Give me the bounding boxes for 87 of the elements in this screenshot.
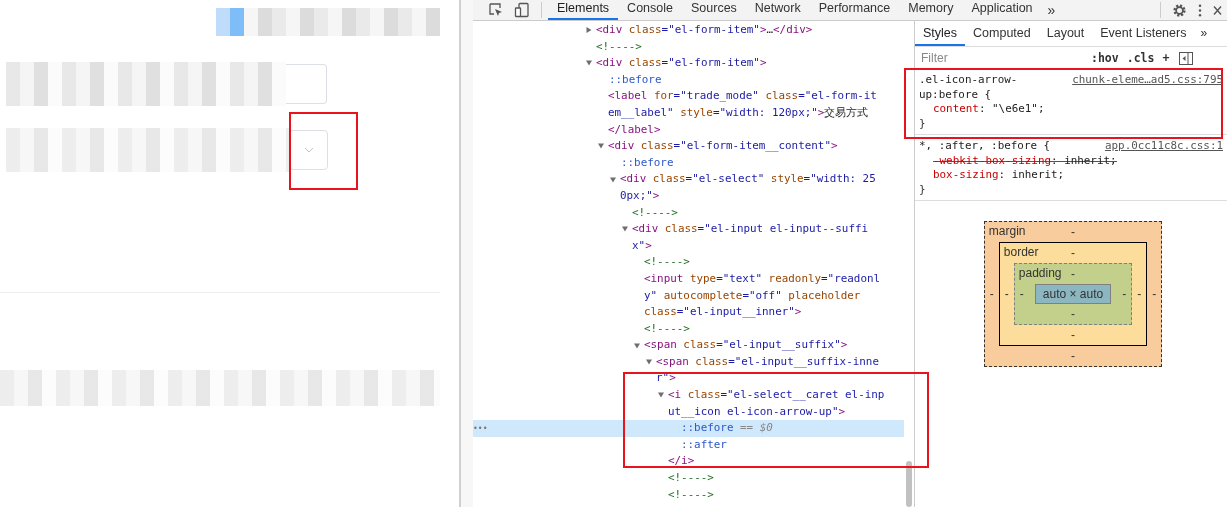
styles-tab[interactable]: Event Listeners bbox=[1092, 21, 1195, 46]
code-line: class="el-input__inner"> bbox=[644, 304, 802, 321]
close-icon[interactable] bbox=[1213, 4, 1222, 16]
code-line: <div class="el-input el-input--suffi bbox=[632, 221, 869, 238]
box-value: - bbox=[1071, 246, 1075, 260]
box-value: - bbox=[1122, 287, 1127, 301]
expand-triangle-icon[interactable] bbox=[598, 143, 604, 150]
panel-tab[interactable]: Performance bbox=[809, 0, 900, 20]
code-line: <i class="el-select__caret el-inp bbox=[668, 387, 885, 404]
box-value: - bbox=[1071, 307, 1075, 321]
code-line: </label> bbox=[608, 121, 661, 138]
box-label: padding bbox=[1018, 266, 1062, 280]
source-link[interactable]: app.0cc11c8c.css:1 bbox=[1104, 139, 1223, 154]
box-value: - bbox=[1071, 267, 1075, 281]
css-selector: *, :after, :before { bbox=[919, 139, 1052, 154]
scrollbar-thumb[interactable] bbox=[906, 461, 912, 507]
code-line: <div class="el-form-item">…</div> bbox=[596, 22, 813, 38]
settings-icon[interactable] bbox=[1172, 2, 1187, 18]
panel-tab[interactable]: Elements bbox=[548, 0, 619, 20]
toolbar-button[interactable]: :hov bbox=[1091, 51, 1119, 65]
input-field[interactable] bbox=[286, 64, 327, 104]
code-line: <!----> bbox=[668, 486, 714, 503]
box-label: margin bbox=[988, 224, 1026, 238]
toolbar-button[interactable]: .cls bbox=[1126, 51, 1155, 65]
styles-tab[interactable]: Styles bbox=[915, 21, 966, 46]
expand-triangle-icon[interactable] bbox=[658, 392, 664, 399]
closing-brace: } bbox=[919, 182, 927, 197]
selection-marker: ••• bbox=[473, 424, 488, 434]
code-line: ::before == $0 bbox=[680, 420, 773, 437]
toolbar-button[interactable]: + bbox=[1162, 51, 1170, 65]
code-line: <!----> bbox=[644, 254, 690, 271]
more-tabs-button[interactable]: » bbox=[1194, 21, 1208, 46]
expand-triangle-icon[interactable] bbox=[610, 176, 616, 183]
code-line: ::after bbox=[680, 436, 727, 453]
expand-triangle-icon[interactable] bbox=[586, 60, 592, 67]
selected-row[interactable]: ••• ::before == $0 bbox=[473, 420, 904, 437]
chevron-down-icon bbox=[303, 147, 314, 153]
inspect-cursor-icon[interactable] bbox=[488, 2, 504, 18]
box-value: - bbox=[1137, 287, 1142, 301]
device-toolbar-icon[interactable] bbox=[514, 2, 530, 18]
box-label: border bbox=[1003, 245, 1039, 259]
code-line: <span class="el-input__suffix-inne bbox=[656, 353, 879, 370]
css-declaration: content: "\e6e1"; bbox=[932, 102, 1046, 117]
box-value: - bbox=[989, 287, 994, 301]
source-link[interactable]: chunk-eleme…ad5.css:795 bbox=[1072, 73, 1223, 102]
code-line: <div class="el-form-item"> bbox=[596, 55, 767, 72]
expand-triangle-icon[interactable] bbox=[586, 27, 592, 34]
styles-tab[interactable]: Computed bbox=[965, 21, 1039, 46]
panel-tab[interactable]: Application bbox=[962, 0, 1042, 20]
code-line: 0px;"> bbox=[620, 187, 660, 204]
box-value: - bbox=[1004, 287, 1009, 301]
code-line: <!----> bbox=[596, 38, 642, 55]
code-line: em__label" style="width: 120px;">交易方式 bbox=[608, 104, 869, 121]
code-line: ::before bbox=[620, 154, 674, 171]
box-value: - bbox=[1071, 349, 1075, 363]
code-line: <div class="el-form-item__content"> bbox=[608, 138, 838, 155]
css-selector: .el-icon-arrow-up:before { bbox=[919, 73, 1019, 102]
panel-tab[interactable]: Console bbox=[618, 0, 682, 20]
more-tabs-button[interactable]: » bbox=[1041, 2, 1062, 18]
panel-tab[interactable]: Sources bbox=[682, 0, 746, 20]
code-line: </i> bbox=[668, 453, 695, 470]
code-line: <!----> bbox=[644, 320, 690, 337]
code-line: x"> bbox=[632, 237, 652, 254]
code-line: <label for="trade_mode" class="el-form-it bbox=[608, 88, 877, 105]
box-value: - bbox=[1071, 225, 1075, 239]
code-line: <input type="text" readonly="readonl bbox=[644, 270, 881, 287]
more-options-icon[interactable] bbox=[1197, 2, 1203, 18]
box-value: - bbox=[1071, 328, 1075, 342]
box-value: - bbox=[1152, 287, 1157, 301]
code-line: y" autocomplete="off" placeholder bbox=[644, 287, 861, 304]
code-line: <!----> bbox=[668, 470, 714, 487]
expand-triangle-icon[interactable] bbox=[646, 359, 652, 366]
closing-brace: } bbox=[919, 116, 927, 131]
sidebar-toggle-icon[interactable] bbox=[1179, 51, 1194, 65]
content-box: auto × auto bbox=[1034, 284, 1112, 304]
expand-triangle-icon[interactable] bbox=[634, 342, 640, 349]
panel-tab[interactable]: Network bbox=[745, 0, 810, 20]
code-line: <div class="el-select" style="width: 25 bbox=[620, 171, 876, 188]
box-value: - bbox=[1019, 287, 1024, 301]
code-line: ut__icon el-icon-arrow-up"> bbox=[668, 403, 846, 420]
code-line: ::before bbox=[608, 71, 662, 88]
styles-tab[interactable]: Layout bbox=[1038, 21, 1093, 46]
code-line: <!----> bbox=[632, 204, 678, 221]
panel-tab[interactable]: Memory bbox=[899, 0, 963, 20]
css-declaration: box-sizing: inherit; bbox=[932, 168, 1066, 183]
code-line: <span class="el-input__suffix"> bbox=[644, 337, 848, 354]
expand-triangle-icon[interactable] bbox=[622, 226, 628, 233]
